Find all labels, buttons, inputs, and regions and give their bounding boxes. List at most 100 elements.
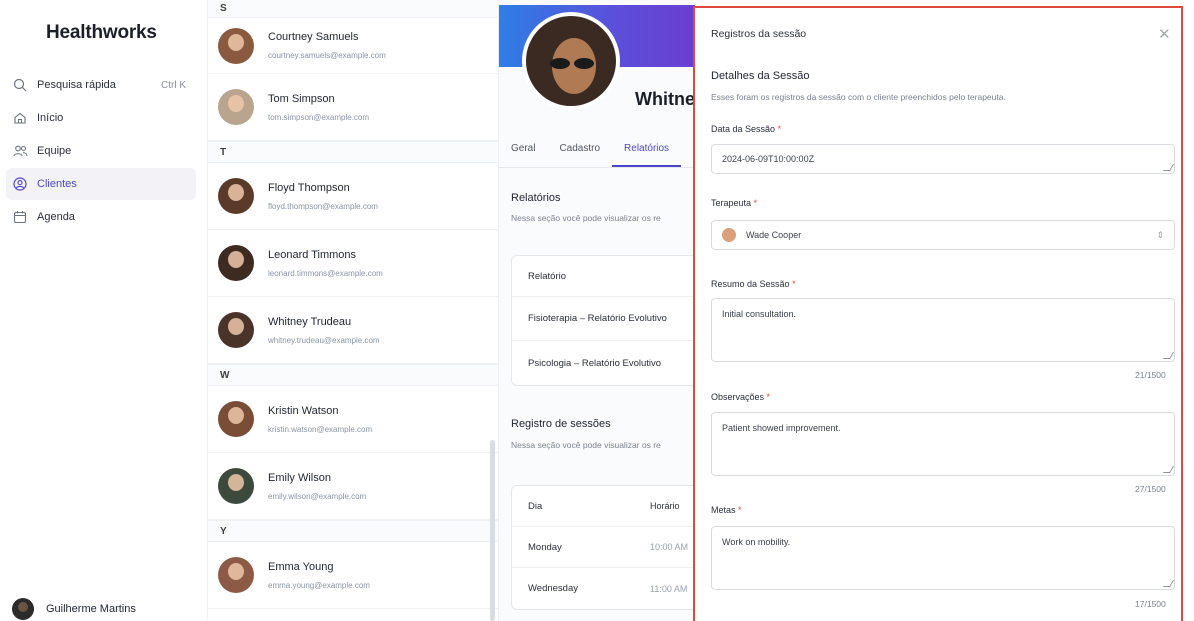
list-item[interactable]: Courtney Samuels courtney.samuels@exampl… (208, 18, 498, 74)
table-header: Dia Horário (512, 486, 695, 527)
sessions-table: Dia Horário Monday 10:00 AM Wednesday 11… (511, 485, 695, 610)
session-summary-textarea[interactable]: Initial consultation. (711, 298, 1175, 362)
sidebar-item-clients[interactable]: Clientes (6, 168, 196, 200)
sidebar: Healthworks Pesquisa rápida Ctrl K Iníci… (0, 0, 208, 621)
group-letter: S (208, 0, 498, 18)
client-list: S Courtney Samuels courtney.samuels@exam… (208, 0, 499, 621)
date-label: Data da Sessão * (711, 124, 782, 134)
home-icon (12, 110, 28, 126)
avatar (218, 178, 254, 214)
list-item[interactable]: Whitney Trudeau whitney.trudeau@example.… (208, 297, 498, 364)
client-name: Floyd Thompson (268, 181, 350, 194)
group-letter: T (208, 141, 498, 163)
reports-subtitle: Nessa seção você pode visualizar os re (511, 213, 661, 223)
avatar (218, 557, 254, 593)
client-name: Emma Young (268, 560, 334, 573)
table-header: Relatório (512, 256, 695, 297)
sidebar-item-quick-search[interactable]: Pesquisa rápida Ctrl K (6, 69, 196, 101)
avatar (722, 228, 736, 242)
search-icon (12, 77, 28, 93)
session-time: 11:00 AM (650, 583, 688, 594)
client-email: emily.wilson@example.com (268, 491, 367, 501)
drawer-subtitle: Esses foram os registros da sessão com o… (711, 92, 1006, 102)
client-name: Leonard Timmons (268, 248, 357, 261)
group-letter: Y (208, 520, 498, 542)
summary-label: Resumo da Sessão * (711, 279, 796, 289)
therapist-label: Terapeuta * (711, 198, 758, 208)
goals-textarea[interactable]: Work on mobility. (711, 526, 1175, 590)
session-date-field[interactable]: 2024-06-09T10:00:00Z (711, 144, 1175, 174)
session-day: Wednesday (528, 583, 578, 594)
client-email: kristin.watson@example.com (268, 424, 373, 434)
drawer-header: Registros da sessão (711, 28, 807, 40)
sidebar-item-home[interactable]: Início (6, 102, 196, 134)
client-email: floyd.thompson@example.com (268, 201, 378, 211)
current-user[interactable]: Guilherme Martins (12, 598, 136, 620)
session-records-drawer: Registros da sessão ✕ Detalhes da Sessão… (693, 6, 1183, 621)
avatar (218, 89, 254, 125)
table-row[interactable]: Wednesday 11:00 AM (512, 568, 695, 609)
calendar-icon (12, 209, 28, 225)
table-row[interactable]: Monday 10:00 AM (512, 527, 695, 568)
list-item[interactable]: Leonard Timmons leonard.timmons@example.… (208, 230, 498, 297)
chevron-updown-icon: ⇕ (1156, 229, 1164, 240)
column-time: Horário (650, 501, 680, 511)
summary-char-count: 21/1500 (1135, 370, 1166, 380)
table-row[interactable]: Fisioterapia – Relatório Evolutivo (512, 297, 695, 341)
session-day: Monday (528, 541, 562, 553)
app-logo: Healthworks (46, 22, 157, 43)
sidebar-item-agenda[interactable]: Agenda (6, 201, 196, 233)
tab-geral[interactable]: Geral (499, 132, 547, 167)
group-letter: W (208, 364, 498, 386)
client-email: emma.young@example.com (268, 580, 370, 590)
shortcut-hint: Ctrl K (161, 79, 186, 91)
sidebar-item-label: Clientes (37, 178, 77, 190)
client-name: Emily Wilson (268, 471, 331, 484)
client-email: leonard.timmons@example.com (268, 268, 383, 278)
list-item[interactable]: Emily Wilson emily.wilson@example.com (208, 453, 498, 520)
therapist-value: Wade Cooper (746, 230, 802, 240)
user-circle-icon (12, 176, 28, 192)
tab-relatorios[interactable]: Relatórios (612, 132, 682, 167)
reports-table: Relatório Fisioterapia – Relatório Evolu… (511, 255, 695, 386)
client-name: Courtney Samuels (268, 31, 359, 43)
avatar (218, 468, 254, 504)
client-name: Kristin Watson (268, 404, 339, 417)
drawer-title: Detalhes da Sessão (711, 70, 810, 82)
client-email: tom.simpson@example.com (268, 112, 370, 122)
client-profile: Whitney Geral Cadastro Relatórios Relató… (499, 0, 695, 621)
session-time: 10:00 AM (650, 542, 689, 552)
table-row[interactable]: Psicologia – Relatório Evolutivo (512, 341, 695, 385)
observations-textarea[interactable]: Patient showed improvement. (711, 412, 1175, 476)
sidebar-nav: Pesquisa rápida Ctrl K Início Equipe Cli… (6, 69, 196, 234)
client-email: courtney.samuels@example.com (268, 51, 386, 60)
client-name: Whitney Trudeau (268, 315, 352, 328)
goals-label: Metas * (711, 505, 742, 515)
client-name: Tom Simpson (268, 92, 335, 105)
user-name: Guilherme Martins (46, 603, 136, 615)
sidebar-item-team[interactable]: Equipe (6, 135, 196, 167)
avatar (218, 27, 254, 64)
list-item[interactable]: Floyd Thompson floyd.thompson@example.co… (208, 163, 498, 230)
list-item[interactable]: Kristin Watson kristin.watson@example.co… (208, 386, 498, 453)
therapist-select[interactable]: Wade Cooper ⇕ (711, 220, 1175, 250)
client-email: whitney.trudeau@example.com (268, 335, 380, 345)
profile-avatar (522, 12, 620, 110)
list-item[interactable]: Tom Simpson tom.simpson@example.com (208, 74, 498, 141)
avatar (218, 245, 254, 281)
observations-char-count: 27/1500 (1135, 484, 1166, 494)
avatar (218, 312, 254, 348)
profile-tabs: Geral Cadastro Relatórios (499, 132, 695, 168)
goals-char-count: 17/1500 (1135, 599, 1166, 609)
avatar (12, 598, 34, 620)
sidebar-item-label: Agenda (37, 211, 75, 223)
scrollbar[interactable] (490, 440, 495, 621)
tab-cadastro[interactable]: Cadastro (547, 132, 612, 167)
profile-name: Whitney (635, 89, 695, 109)
list-item[interactable]: Emma Young emma.young@example.com (208, 542, 498, 609)
close-icon[interactable]: ✕ (1158, 25, 1171, 43)
avatar (218, 401, 254, 437)
column-day: Dia (528, 500, 543, 512)
team-icon (12, 143, 28, 159)
sidebar-item-label: Pesquisa rápida (37, 79, 116, 91)
